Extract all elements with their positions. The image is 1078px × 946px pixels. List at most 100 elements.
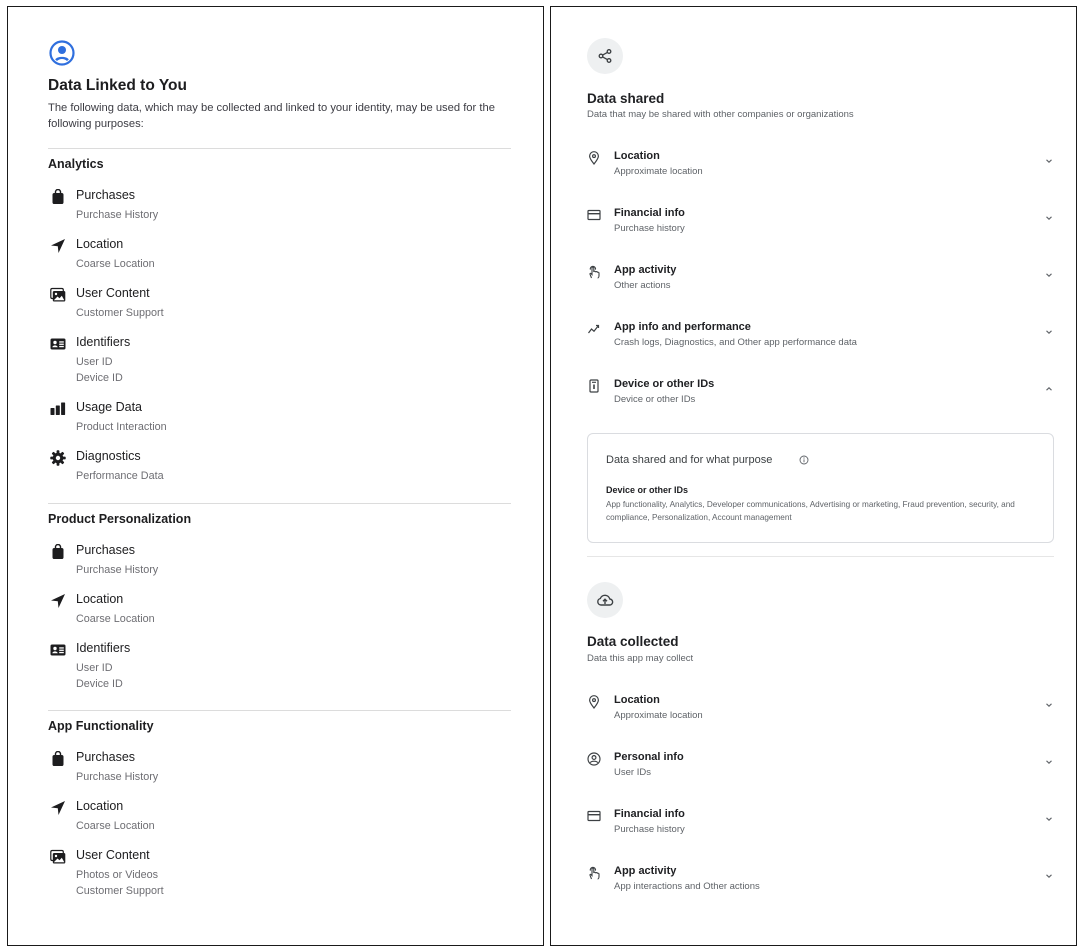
section-title-product-personalization: Product Personalization <box>48 512 192 526</box>
privacy-item-details: Customer Support <box>76 305 164 321</box>
section-title-app-functionality: App Functionality <box>48 719 154 733</box>
data-type-name: Personal info <box>614 751 684 763</box>
privacy-item-detail: Performance Data <box>76 470 164 482</box>
privacy-item-details: Photos or Videos Customer Support <box>76 867 164 899</box>
data-type-name: Financial info <box>614 207 685 219</box>
privacy-item-name: Usage Data <box>76 400 143 414</box>
privacy-item-details: User ID Device ID <box>76 354 123 386</box>
credit-card-icon <box>587 208 601 222</box>
purpose-list: App functionality, Analytics, Developer … <box>606 500 1015 522</box>
privacy-item-detail: Coarse Location <box>76 258 155 270</box>
chevron-down-icon[interactable] <box>1044 697 1054 707</box>
privacy-item-name: Identifiers <box>76 641 131 655</box>
chevron-down-icon[interactable] <box>1044 811 1054 821</box>
privacy-item-detail: Coarse Location <box>76 613 155 625</box>
bar-chart-icon <box>50 401 66 417</box>
privacy-item-details: Product Interaction <box>76 419 167 435</box>
chevron-down-icon[interactable] <box>1044 153 1054 163</box>
share-icon-badge <box>587 38 623 74</box>
data-shared-title: Data shared <box>587 91 665 106</box>
data-type-detail: Purchase history <box>614 223 685 234</box>
device-icon <box>587 379 601 393</box>
privacy-item-detail: User ID <box>76 356 113 368</box>
purpose-data-type: Device or other IDs <box>606 485 689 495</box>
data-type-name: App activity <box>614 264 677 276</box>
data-type-detail: Approximate location <box>614 710 703 721</box>
shared-row-device-or-other-ids[interactable]: Device or other IDs Device or other IDs <box>587 378 1054 418</box>
data-type-name: App info and performance <box>614 321 751 333</box>
info-icon[interactable] <box>799 455 809 465</box>
shared-purpose-detail: Data shared and for what purpose Device … <box>587 433 1054 543</box>
photos-icon <box>50 287 66 303</box>
ios-privacy-panel: Data Linked to You The following data, w… <box>7 6 544 946</box>
chevron-down-icon[interactable] <box>1044 868 1054 878</box>
privacy-item-name: User Content <box>76 286 150 300</box>
shared-row-app-activity[interactable]: App activity Other actions <box>587 264 1054 304</box>
share-icon <box>598 49 612 63</box>
id-card-icon <box>50 336 66 352</box>
chevron-down-icon[interactable] <box>1044 267 1054 277</box>
privacy-item-details: Coarse Location <box>76 818 155 834</box>
chevron-up-icon[interactable] <box>1044 381 1054 391</box>
data-type-name: App activity <box>614 865 677 877</box>
location-arrow-icon <box>50 593 66 609</box>
collected-row-personal-info[interactable]: Personal info User IDs <box>587 751 1054 791</box>
privacy-item-details: Coarse Location <box>76 256 155 272</box>
id-card-icon <box>50 642 66 658</box>
bag-icon <box>50 750 66 767</box>
collected-row-location[interactable]: Location Approximate location <box>587 694 1054 734</box>
data-type-detail: Device or other IDs <box>614 394 696 405</box>
data-type-name: Financial info <box>614 808 685 820</box>
shared-row-app-info-and-performance[interactable]: App info and performance Crash logs, Diag… <box>587 321 1054 361</box>
privacy-item-name: Location <box>76 592 124 606</box>
cloud-upload-icon <box>597 594 614 606</box>
privacy-item-detail: Purchase History <box>76 564 159 576</box>
data-collected-description: Data this app may collect <box>587 653 694 664</box>
data-type-name: Location <box>614 694 660 706</box>
bag-icon <box>50 188 66 205</box>
location-pin-icon <box>587 151 601 165</box>
data-type-name: Location <box>614 150 660 162</box>
chevron-down-icon[interactable] <box>1044 210 1054 220</box>
section-divider <box>48 503 511 504</box>
privacy-item-detail: User ID <box>76 662 113 674</box>
privacy-item-detail: Device ID <box>76 372 123 384</box>
data-type-detail: App interactions and Other actions <box>614 881 760 892</box>
cloud-icon-badge <box>587 582 623 618</box>
purpose-heading: Data shared and for what purpose <box>606 454 773 466</box>
privacy-item-name: Location <box>76 799 124 813</box>
privacy-item-details: Purchase History <box>76 562 158 578</box>
shared-row-location[interactable]: Location Approximate location <box>587 150 1054 190</box>
chevron-down-icon[interactable] <box>1044 324 1054 334</box>
section-divider <box>48 710 511 711</box>
bag-icon <box>50 543 66 560</box>
data-type-detail: Other actions <box>614 280 671 291</box>
data-type-detail: Crash logs, Diagnostics, and Other app p… <box>614 337 857 348</box>
data-collected-title: Data collected <box>587 634 679 649</box>
collected-row-app-activity[interactable]: App activity App interactions and Other a… <box>587 865 1054 905</box>
photos-icon <box>50 849 66 865</box>
privacy-item-detail: Device ID <box>76 678 123 690</box>
performance-icon <box>587 322 601 336</box>
section-divider <box>587 556 1054 557</box>
privacy-item-detail: Customer Support <box>76 307 164 319</box>
account-circle-icon <box>587 752 601 766</box>
privacy-item-details: Purchase History <box>76 769 158 785</box>
privacy-item-detail: Photos or Videos <box>76 869 159 881</box>
data-shared-description: Data that may be shared with other compa… <box>587 109 854 120</box>
privacy-item-details: Performance Data <box>76 468 164 484</box>
shared-row-financial-info[interactable]: Financial info Purchase history <box>587 207 1054 247</box>
chevron-down-icon[interactable] <box>1044 754 1054 764</box>
touch-icon <box>587 265 601 279</box>
privacy-item-name: Purchases <box>76 543 136 557</box>
section-title-analytics: Analytics <box>48 157 104 171</box>
play-data-safety-panel: Data shared Data that may be shared with… <box>550 6 1077 946</box>
privacy-item-name: Diagnostics <box>76 449 141 463</box>
privacy-item-details: User ID Device ID <box>76 660 123 692</box>
page-description: The following data, which may be collect… <box>48 102 495 130</box>
section-divider <box>48 148 511 149</box>
collected-row-financial-info[interactable]: Financial info Purchase history <box>587 808 1054 848</box>
privacy-item-detail: Purchase History <box>76 771 159 783</box>
privacy-item-name: User Content <box>76 848 150 862</box>
location-arrow-icon <box>50 800 66 816</box>
